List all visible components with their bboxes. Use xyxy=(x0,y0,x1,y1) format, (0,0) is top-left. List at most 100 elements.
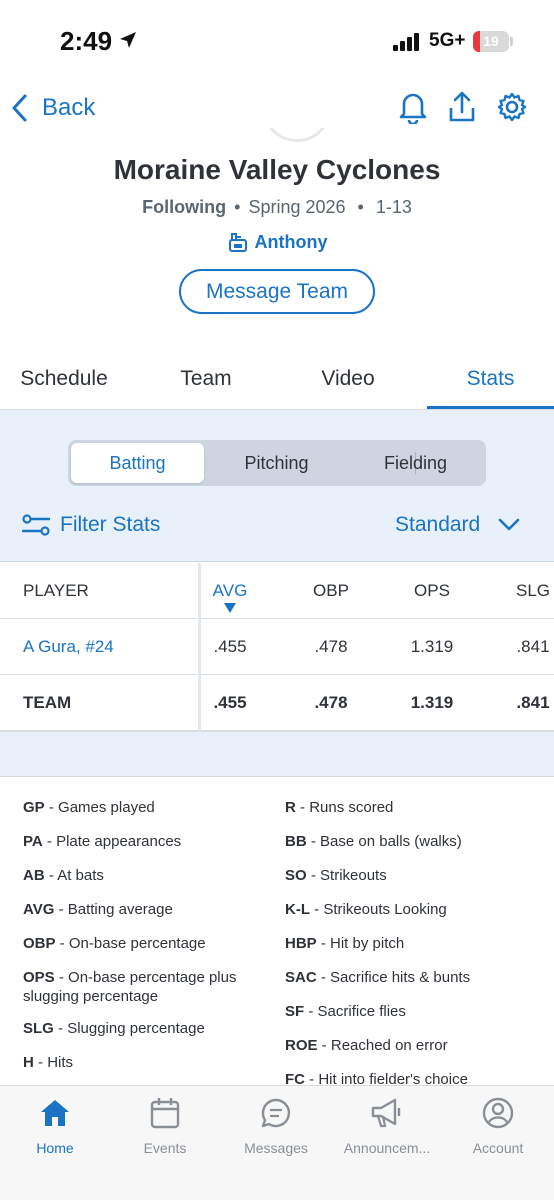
battery-icon: 19 xyxy=(473,31,509,52)
back-button[interactable]: Back xyxy=(10,90,95,126)
team-total-label: TEAM xyxy=(23,693,72,712)
column-header-player: PLAYER xyxy=(23,581,89,600)
share-button[interactable] xyxy=(445,88,479,126)
glossary-left-column: GP - Games played PA - Plate appearances… xyxy=(23,798,268,1085)
team-meta: Following • Spring 2026 • 1-13 xyxy=(142,197,412,217)
column-header-slg[interactable]: SLG xyxy=(493,563,554,619)
filter-stats-label: Filter Stats xyxy=(60,513,161,536)
nav-home[interactable]: Home xyxy=(0,1096,110,1156)
home-icon xyxy=(41,1100,69,1126)
tab-team[interactable]: Team xyxy=(142,350,270,410)
stats-controls: Batting Pitching Fielding Filter Stats S… xyxy=(0,410,554,562)
glossary-item: AB - At bats xyxy=(23,867,104,884)
network-type: 5G+ xyxy=(429,30,466,51)
section-divider xyxy=(0,731,554,777)
glossary-right-column: R - Runs scored BB - Base on balls (walk… xyxy=(285,798,545,1085)
glossary-item: AVG - Batting average xyxy=(23,901,173,918)
glossary-item: OPS - On-base percentage plus slugging p… xyxy=(23,969,237,1005)
tab-video[interactable]: Video xyxy=(284,350,412,410)
bell-icon xyxy=(399,93,427,124)
stats-glossary: GP - Games played PA - Plate appearances… xyxy=(0,778,554,1085)
glossary-item: H - Hits xyxy=(23,1054,74,1071)
team-slg: .841 xyxy=(516,693,550,712)
table-row: A Gura, #24 .455 .478 1.319 .841 xyxy=(0,619,554,675)
segment-batting[interactable]: Batting xyxy=(71,443,204,483)
glossary-item: SO - Strikeouts xyxy=(285,867,387,884)
calendar-icon xyxy=(150,1098,180,1129)
coach-link[interactable]: Anthony xyxy=(0,231,554,253)
team-avg: .455 xyxy=(213,693,247,712)
following-status: Following xyxy=(142,197,227,217)
team-logo xyxy=(262,128,332,142)
message-icon xyxy=(261,1098,291,1128)
filter-icon xyxy=(22,514,50,536)
glossary-item: FC - Hit into fielder's choice xyxy=(285,1071,468,1085)
nav-announcements[interactable]: Announcem... xyxy=(332,1096,442,1156)
team-ops: 1.319 xyxy=(410,693,454,712)
stat-avg: .455 xyxy=(213,637,247,656)
glossary-item: OBP - On-base percentage xyxy=(23,935,206,952)
glossary-item: SF - Sacrifice flies xyxy=(285,1003,406,1020)
bottom-navigation: Home Events Messages Announcem... Accoun… xyxy=(0,1085,554,1200)
column-header-ops[interactable]: OPS xyxy=(392,563,472,619)
team-name: Moraine Valley Cyclones xyxy=(113,154,441,185)
glossary-item: GP - Games played xyxy=(23,799,155,816)
segment-pitching[interactable]: Pitching xyxy=(208,443,345,483)
table-header-row: PLAYER AVG OBP OPS SLG xyxy=(0,563,554,619)
frozen-column-divider xyxy=(198,563,201,731)
stat-type-segmented-control: Batting Pitching Fielding xyxy=(68,440,486,486)
status-time: 2:49 xyxy=(60,26,113,56)
glossary-item: PA - Plate appearances xyxy=(23,833,182,850)
player-name-link[interactable]: A Gura, #24 xyxy=(23,619,114,675)
stat-view-dropdown[interactable]: Standard xyxy=(395,513,520,537)
chevron-down-icon xyxy=(498,518,520,531)
nav-events[interactable]: Events xyxy=(110,1096,220,1156)
nav-events-label: Events xyxy=(143,1140,187,1156)
filter-stats-button[interactable]: Filter Stats xyxy=(22,513,160,537)
column-header-obp[interactable]: OBP xyxy=(291,563,371,619)
notifications-button[interactable] xyxy=(396,88,430,126)
stat-slg: .841 xyxy=(516,637,550,656)
tab-schedule[interactable]: Schedule xyxy=(0,350,128,410)
nav-home-label: Home xyxy=(36,1140,74,1156)
season: Spring 2026 xyxy=(248,197,346,217)
share-icon xyxy=(449,91,475,122)
stat-obp: .478 xyxy=(314,637,348,656)
nav-messages[interactable]: Messages xyxy=(221,1096,331,1156)
team-total-row: TEAM .455 .478 1.319 .841 xyxy=(0,675,554,731)
active-tab-indicator xyxy=(427,406,554,409)
nav-account[interactable]: Account xyxy=(443,1096,553,1156)
record: 1-13 xyxy=(375,197,412,217)
account-icon xyxy=(482,1097,514,1129)
glossary-item: SAC - Sacrifice hits & bunts xyxy=(285,969,471,986)
location-arrow-icon xyxy=(120,32,136,48)
glossary-item: ROE - Reached on error xyxy=(285,1037,448,1054)
stat-ops: 1.319 xyxy=(410,637,454,656)
megaphone-icon xyxy=(371,1098,401,1128)
signal-icon xyxy=(393,33,419,51)
glossary-item: SLG - Slugging percentage xyxy=(23,1020,205,1037)
glossary-item: BB - Base on balls (walks) xyxy=(285,833,462,850)
status-bar: 2:49 5G+ 19 xyxy=(0,0,554,80)
message-team-button[interactable]: Message Team xyxy=(179,269,375,314)
coach-name: Anthony xyxy=(254,231,328,252)
section-tabs: Schedule Team Video Stats xyxy=(0,350,554,410)
stat-view-label: Standard xyxy=(395,513,481,536)
gear-icon xyxy=(497,92,527,122)
battery-tip xyxy=(510,37,513,46)
back-label: Back xyxy=(42,94,96,121)
glossary-item: HBP - Hit by pitch xyxy=(285,935,405,952)
tab-stats[interactable]: Stats xyxy=(427,350,554,410)
stats-table: PLAYER AVG OBP OPS SLG A Gura, #24 .455 … xyxy=(0,563,554,731)
settings-button[interactable] xyxy=(495,88,529,126)
chevron-left-icon xyxy=(12,94,27,122)
sort-descending-icon xyxy=(224,603,236,613)
coach-icon xyxy=(228,233,247,252)
nav-messages-label: Messages xyxy=(244,1140,308,1156)
segment-fielding[interactable]: Fielding xyxy=(348,443,483,483)
battery-percent: 19 xyxy=(483,33,499,49)
glossary-item: K-L - Strikeouts Looking xyxy=(285,901,447,918)
nav-account-label: Account xyxy=(472,1140,524,1156)
team-obp: .478 xyxy=(314,693,348,712)
glossary-item: R - Runs scored xyxy=(285,799,394,816)
